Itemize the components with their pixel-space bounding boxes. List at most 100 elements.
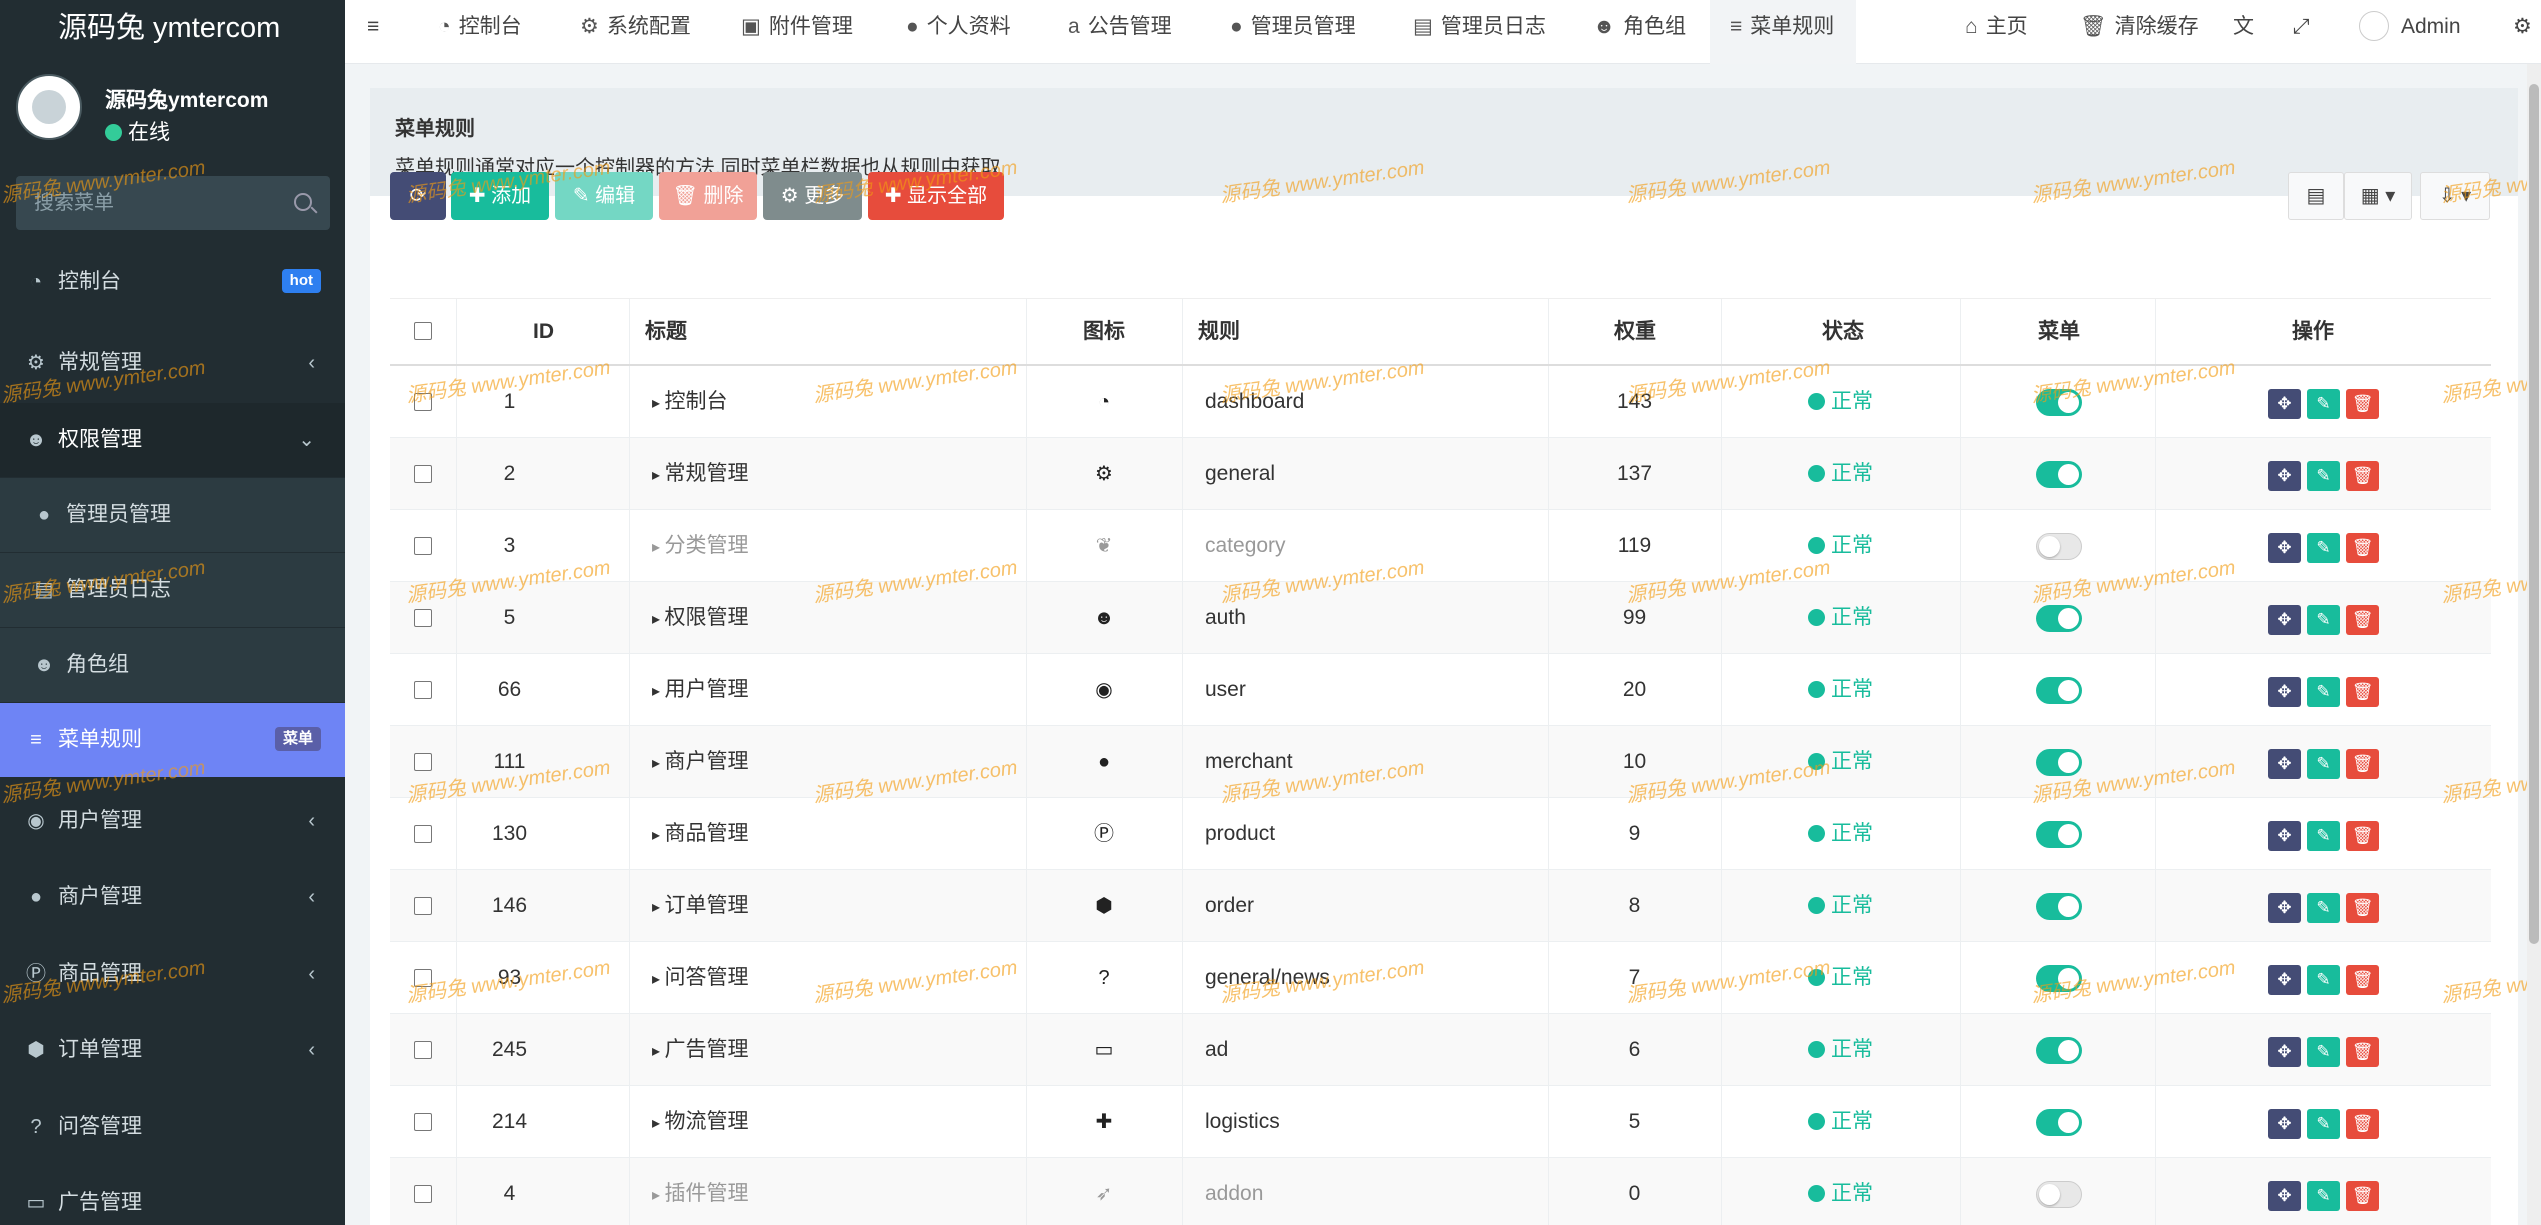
caret-right-icon[interactable]: ▸ bbox=[652, 971, 664, 988]
drag-button[interactable]: ✥ bbox=[2268, 389, 2301, 419]
table-row[interactable]: 1 ▸ 控制台 ◔ dashboard 143 正常 ✥ ✎ 🗑 bbox=[390, 366, 2491, 438]
caret-right-icon[interactable]: ▸ bbox=[652, 1187, 664, 1204]
header-icon[interactable]: 图标 bbox=[1083, 299, 1125, 365]
header-status[interactable]: 状态 bbox=[1822, 299, 1864, 365]
sidebar-item-6[interactable]: ☻ 角色组 bbox=[0, 628, 345, 702]
table-row[interactable]: 4 ▸ 插件管理 ➶ addon 0 正常 ✥ ✎ 🗑 bbox=[390, 1158, 2491, 1225]
caret-right-icon[interactable]: ▸ bbox=[652, 539, 664, 556]
table-row[interactable]: 93 ▸ 问答管理? general/news 7 正常 ✥ ✎ 🗑 bbox=[390, 942, 2491, 1014]
sidebar-item-9[interactable]: ● 商户管理 ‹ bbox=[0, 860, 345, 934]
sidebar-item-11[interactable]: ⬢ 订单管理 ‹ bbox=[0, 1013, 345, 1087]
delete-row-button[interactable]: 🗑 bbox=[2346, 533, 2379, 563]
table-row[interactable]: 214 ▸ 物流管理 ✚ logistics 5 正常 ✥ ✎ 🗑 bbox=[390, 1086, 2491, 1158]
menu-toggle[interactable] bbox=[2036, 1181, 2082, 1208]
delete-button[interactable]: 🗑 删除 bbox=[659, 172, 757, 220]
table-row[interactable]: 146 ▸ 订单管理 ⬢ order 8 正常 ✥ ✎ 🗑 bbox=[390, 870, 2491, 942]
header-rule[interactable]: 规则 bbox=[1198, 299, 1240, 365]
delete-row-button[interactable]: 🗑 bbox=[2346, 749, 2379, 779]
table-row[interactable]: 5 ▸ 权限管理 ☻ auth 99 正常 ✥ ✎ 🗑 bbox=[390, 582, 2491, 654]
sidebar-item-12[interactable]: ? 问答管理 bbox=[0, 1090, 345, 1164]
drag-button[interactable]: ✥ bbox=[2268, 893, 2301, 923]
row-title-cell[interactable]: ▸ 问答管理 bbox=[652, 942, 748, 1014]
header-menu[interactable]: 菜单 bbox=[2038, 299, 2080, 365]
menu-toggle[interactable] bbox=[2036, 533, 2082, 560]
table-row[interactable]: 3 ▸ 分类管理 ❦ category 119 正常 ✥ ✎ 🗑 bbox=[390, 510, 2491, 582]
sidebar-item-1[interactable]: ◔ 控制台 hot bbox=[0, 245, 345, 319]
control-sidebar-button[interactable]: ⚙ bbox=[2513, 0, 2532, 64]
sidebar-item-2[interactable]: ⚙ 常规管理 ‹ bbox=[0, 326, 345, 400]
table-row[interactable]: 66 ▸ 用户管理 ◉ user 20 正常 ✥ ✎ 🗑 bbox=[390, 654, 2491, 726]
app-logo[interactable]: 源码兔 ymtercom bbox=[0, 0, 345, 64]
edit-row-button[interactable]: ✎ bbox=[2307, 1109, 2340, 1139]
caret-right-icon[interactable]: ▸ bbox=[652, 683, 664, 700]
edit-button[interactable]: ✎ 编辑 bbox=[555, 172, 653, 220]
export-button[interactable]: ⇩ ▾ bbox=[2420, 172, 2490, 220]
menu-toggle[interactable] bbox=[2036, 1037, 2082, 1064]
show-all-button[interactable]: ✚ 显示全部 bbox=[868, 172, 1004, 220]
clear-cache-link[interactable]: 🗑 清除缓存 bbox=[2080, 0, 2199, 64]
row-title-cell[interactable]: ▸ 用户管理 bbox=[652, 654, 748, 726]
row-title-cell[interactable]: ▸ 常规管理 bbox=[652, 438, 748, 510]
row-title-cell[interactable]: ▸ 物流管理 bbox=[652, 1086, 748, 1158]
caret-right-icon[interactable]: ▸ bbox=[652, 755, 664, 772]
delete-row-button[interactable]: 🗑 bbox=[2346, 965, 2379, 995]
menu-toggle[interactable] bbox=[2036, 605, 2082, 632]
sidebar-item-8[interactable]: ◉ 用户管理 ‹ bbox=[0, 784, 345, 858]
menu-toggle[interactable] bbox=[2036, 893, 2082, 920]
menu-toggle[interactable] bbox=[2036, 389, 2082, 416]
edit-row-button[interactable]: ✎ bbox=[2307, 965, 2340, 995]
add-button[interactable]: ✚ 添加 bbox=[451, 172, 549, 220]
top-tab-4[interactable]: ● 个人资料 bbox=[906, 0, 1011, 64]
row-title-cell[interactable]: ▸ 订单管理 bbox=[652, 870, 748, 942]
edit-row-button[interactable]: ✎ bbox=[2307, 821, 2340, 851]
drag-button[interactable]: ✥ bbox=[2268, 749, 2301, 779]
table-row[interactable]: 130 ▸ 商品管理 Ⓟproduct 9 正常 ✥ ✎ 🗑 bbox=[390, 798, 2491, 870]
refresh-button[interactable]: ⟳ bbox=[390, 172, 446, 220]
header-title[interactable]: 标题 bbox=[645, 299, 687, 365]
columns-button[interactable]: ▦ ▾ bbox=[2344, 172, 2412, 220]
row-title-cell[interactable]: ▸ 分类管理 bbox=[652, 510, 748, 582]
row-title-cell[interactable]: ▸ 广告管理 bbox=[652, 1014, 748, 1086]
top-tab-6[interactable]: ● 管理员管理 bbox=[1230, 0, 1356, 64]
menu-toggle[interactable] bbox=[2036, 461, 2082, 488]
top-tab-9[interactable]: ≡ 菜单规则 bbox=[1710, 0, 1857, 64]
search-input[interactable]: 搜索菜单 bbox=[16, 176, 330, 230]
caret-right-icon[interactable]: ▸ bbox=[652, 611, 664, 628]
caret-right-icon[interactable]: ▸ bbox=[652, 1115, 664, 1132]
row-title-cell[interactable]: ▸ 插件管理 bbox=[652, 1158, 748, 1225]
caret-right-icon[interactable]: ▸ bbox=[652, 467, 664, 484]
drag-button[interactable]: ✥ bbox=[2268, 1109, 2301, 1139]
edit-row-button[interactable]: ✎ bbox=[2307, 1181, 2340, 1211]
top-tab-8[interactable]: ☻ 角色组 bbox=[1593, 0, 1686, 64]
menu-toggle[interactable] bbox=[2036, 821, 2082, 848]
table-row[interactable]: 111 ▸ 商户管理 ● merchant 10 正常 ✥ ✎ 🗑 bbox=[390, 726, 2491, 798]
delete-row-button[interactable]: 🗑 bbox=[2346, 821, 2379, 851]
toggle-view-button[interactable]: ▤ bbox=[2288, 172, 2344, 220]
delete-row-button[interactable]: 🗑 bbox=[2346, 389, 2379, 419]
delete-row-button[interactable]: 🗑 bbox=[2346, 677, 2379, 707]
sidebar-item-3[interactable]: ☻ 权限管理 ⌄ bbox=[0, 403, 345, 477]
top-tab-3[interactable]: ▣ 附件管理 bbox=[741, 0, 853, 64]
row-title-cell[interactable]: ▸ 商品管理 bbox=[652, 798, 748, 870]
delete-row-button[interactable]: 🗑 bbox=[2346, 605, 2379, 635]
sidebar-item-5[interactable]: ▤ 管理员日志 bbox=[0, 553, 345, 627]
header-weigh[interactable]: 权重 bbox=[1614, 299, 1656, 365]
sidebar-item-7[interactable]: ≡ 菜单规则 菜单 bbox=[0, 703, 345, 777]
drag-button[interactable]: ✥ bbox=[2268, 605, 2301, 635]
table-row[interactable]: 2 ▸ 常规管理 ⚙ general 137 正常 ✥ ✎ 🗑 bbox=[390, 438, 2491, 510]
delete-row-button[interactable]: 🗑 bbox=[2346, 1109, 2379, 1139]
more-button[interactable]: ⚙ 更多 bbox=[763, 172, 862, 220]
edit-row-button[interactable]: ✎ bbox=[2307, 533, 2340, 563]
sidebar-toggle-button[interactable]: ≡ bbox=[367, 0, 379, 64]
drag-button[interactable]: ✥ bbox=[2268, 533, 2301, 563]
sidebar-item-4[interactable]: ● 管理员管理 bbox=[0, 478, 345, 552]
edit-row-button[interactable]: ✎ bbox=[2307, 461, 2340, 491]
edit-row-button[interactable]: ✎ bbox=[2307, 893, 2340, 923]
fullscreen-button[interactable]: ⤢ bbox=[2293, 0, 2310, 64]
edit-row-button[interactable]: ✎ bbox=[2307, 389, 2340, 419]
menu-toggle[interactable] bbox=[2036, 965, 2082, 992]
row-title-cell[interactable]: ▸ 权限管理 bbox=[652, 582, 748, 654]
drag-button[interactable]: ✥ bbox=[2268, 677, 2301, 707]
drag-button[interactable]: ✥ bbox=[2268, 821, 2301, 851]
table-row[interactable]: 245 ▸ 广告管理 ▭ ad 6 正常 ✥ ✎ 🗑 bbox=[390, 1014, 2491, 1086]
